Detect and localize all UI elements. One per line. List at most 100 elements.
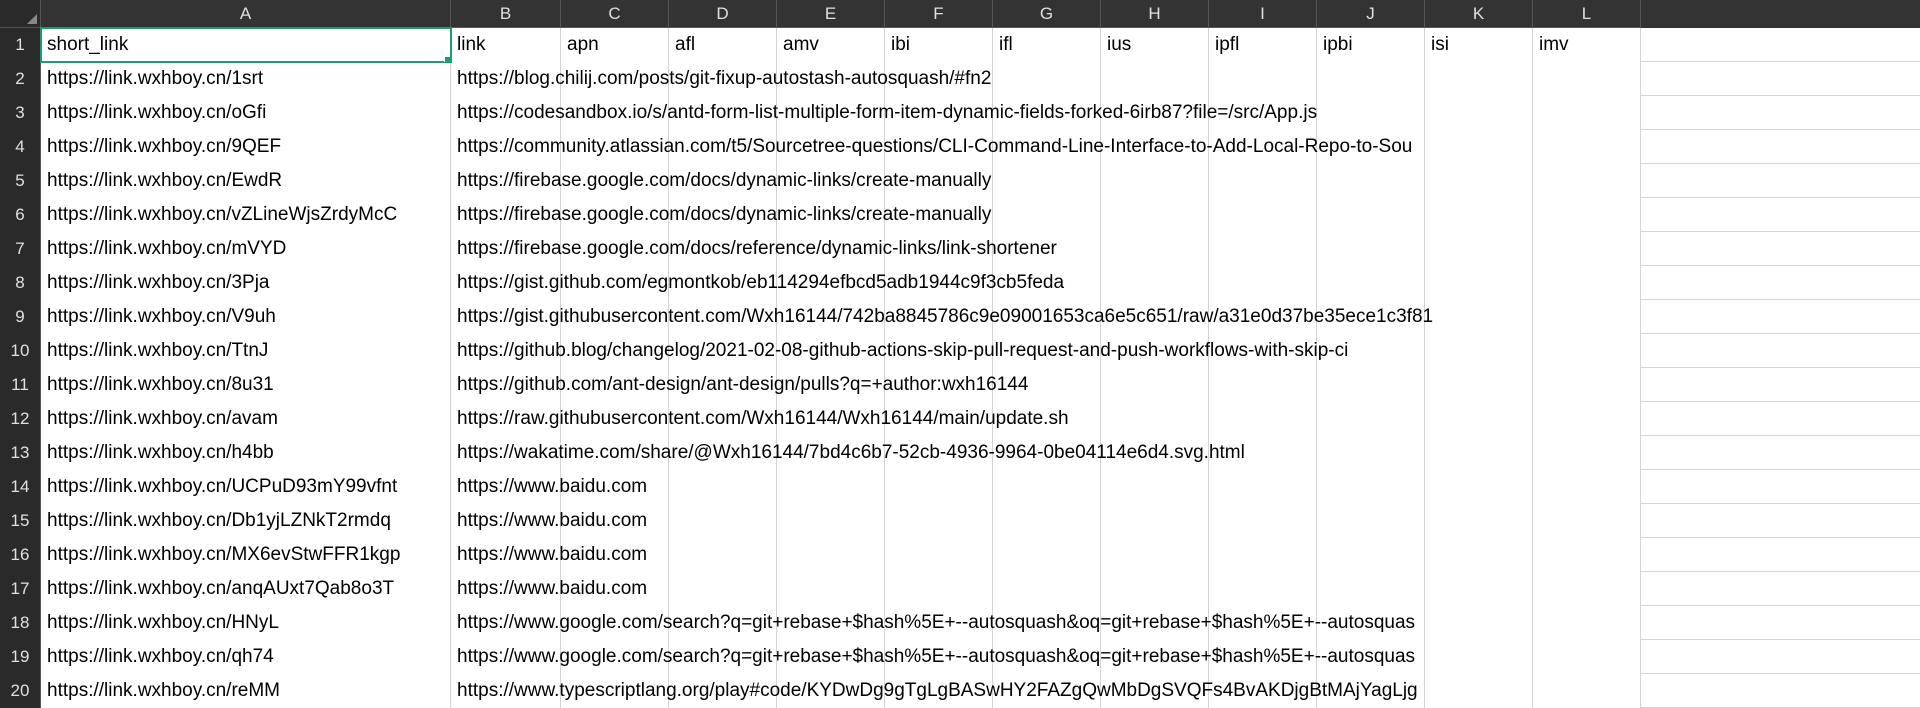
cell-E15[interactable] xyxy=(777,504,885,538)
row-header[interactable]: 11 xyxy=(0,368,41,402)
cell-L16[interactable] xyxy=(1533,538,1641,572)
column-header-G[interactable]: G xyxy=(993,0,1101,28)
cell-I2[interactable] xyxy=(1209,62,1317,96)
cell-G16[interactable] xyxy=(993,538,1101,572)
cell-A10[interactable]: https://link.wxhboy.cn/TtnJ xyxy=(41,334,451,368)
cell-I12[interactable] xyxy=(1209,402,1317,436)
cell-L12[interactable] xyxy=(1533,402,1641,436)
cell-L18[interactable] xyxy=(1533,606,1641,640)
cell-K4[interactable] xyxy=(1425,130,1533,164)
cell-J8[interactable] xyxy=(1317,266,1425,300)
cell-J16[interactable] xyxy=(1317,538,1425,572)
cell-K8[interactable] xyxy=(1425,266,1533,300)
cell-A2[interactable]: https://link.wxhboy.cn/1srt xyxy=(41,62,451,96)
cell-F1[interactable]: ibi xyxy=(885,28,993,62)
cell-K13[interactable] xyxy=(1425,436,1533,470)
row-header[interactable]: 13 xyxy=(0,436,41,470)
cell-K6[interactable] xyxy=(1425,198,1533,232)
cell-L4[interactable] xyxy=(1533,130,1641,164)
cell-G14[interactable] xyxy=(993,470,1101,504)
cell-A5[interactable]: https://link.wxhboy.cn/EwdR xyxy=(41,164,451,198)
cell-I5[interactable] xyxy=(1209,164,1317,198)
cell-D16[interactable] xyxy=(669,538,777,572)
cell-I8[interactable] xyxy=(1209,266,1317,300)
cell-B15[interactable]: https://www.baidu.com xyxy=(451,504,561,538)
cell-K2[interactable] xyxy=(1425,62,1533,96)
cell-H15[interactable] xyxy=(1101,504,1209,538)
cell-B4[interactable]: https://community.atlassian.com/t5/Sourc… xyxy=(451,130,561,164)
cell-J2[interactable] xyxy=(1317,62,1425,96)
row-header[interactable]: 12 xyxy=(0,402,41,436)
cell-H7[interactable] xyxy=(1101,232,1209,266)
row-header[interactable]: 19 xyxy=(0,640,41,674)
cell-J17[interactable] xyxy=(1317,572,1425,606)
cell-K16[interactable] xyxy=(1425,538,1533,572)
cell-K15[interactable] xyxy=(1425,504,1533,538)
cell-F15[interactable] xyxy=(885,504,993,538)
row-header[interactable]: 5 xyxy=(0,164,41,198)
cell-H11[interactable] xyxy=(1101,368,1209,402)
cell-K18[interactable] xyxy=(1425,606,1533,640)
row-header[interactable]: 20 xyxy=(0,674,41,708)
cell-B19[interactable]: https://www.google.com/search?q=git+reba… xyxy=(451,640,561,674)
row-header[interactable]: 7 xyxy=(0,232,41,266)
cell-K3[interactable] xyxy=(1425,96,1533,130)
column-header-A[interactable]: A xyxy=(41,0,451,28)
cell-D1[interactable]: afl xyxy=(669,28,777,62)
cell-J12[interactable] xyxy=(1317,402,1425,436)
cell-K17[interactable] xyxy=(1425,572,1533,606)
cell-A18[interactable]: https://link.wxhboy.cn/HNyL xyxy=(41,606,451,640)
cell-K11[interactable] xyxy=(1425,368,1533,402)
cell-L19[interactable] xyxy=(1533,640,1641,674)
cell-B3[interactable]: https://codesandbox.io/s/antd-form-list-… xyxy=(451,96,561,130)
cell-G2[interactable] xyxy=(993,62,1101,96)
column-header-C[interactable]: C xyxy=(561,0,669,28)
cell-C1[interactable]: apn xyxy=(561,28,669,62)
row-header[interactable]: 15 xyxy=(0,504,41,538)
row-header[interactable]: 9 xyxy=(0,300,41,334)
cell-A8[interactable]: https://link.wxhboy.cn/3Pja xyxy=(41,266,451,300)
cell-H6[interactable] xyxy=(1101,198,1209,232)
row-header[interactable]: 8 xyxy=(0,266,41,300)
cell-H16[interactable] xyxy=(1101,538,1209,572)
cell-A13[interactable]: https://link.wxhboy.cn/h4bb xyxy=(41,436,451,470)
cell-B13[interactable]: https://wakatime.com/share/@Wxh16144/7bd… xyxy=(451,436,561,470)
row-header[interactable]: 3 xyxy=(0,96,41,130)
cell-A15[interactable]: https://link.wxhboy.cn/Db1yjLZNkT2rmdq xyxy=(41,504,451,538)
cell-J15[interactable] xyxy=(1317,504,1425,538)
column-header-B[interactable]: B xyxy=(451,0,561,28)
cell-B11[interactable]: https://github.com/ant-design/ant-design… xyxy=(451,368,561,402)
cell-A3[interactable]: https://link.wxhboy.cn/oGfi xyxy=(41,96,451,130)
cell-B12[interactable]: https://raw.githubusercontent.com/Wxh161… xyxy=(451,402,561,436)
cell-J11[interactable] xyxy=(1317,368,1425,402)
cell-K10[interactable] xyxy=(1425,334,1533,368)
cell-L5[interactable] xyxy=(1533,164,1641,198)
row-header[interactable]: 10 xyxy=(0,334,41,368)
cell-A14[interactable]: https://link.wxhboy.cn/UCPuD93mY99vfnt xyxy=(41,470,451,504)
cell-B7[interactable]: https://firebase.google.com/docs/referen… xyxy=(451,232,561,266)
cell-L8[interactable] xyxy=(1533,266,1641,300)
cell-E16[interactable] xyxy=(777,538,885,572)
cell-B18[interactable]: https://www.google.com/search?q=git+reba… xyxy=(451,606,561,640)
cell-J3[interactable] xyxy=(1317,96,1425,130)
cell-I11[interactable] xyxy=(1209,368,1317,402)
cell-K14[interactable] xyxy=(1425,470,1533,504)
row-header[interactable]: 17 xyxy=(0,572,41,606)
column-header-J[interactable]: J xyxy=(1317,0,1425,28)
cell-B8[interactable]: https://gist.github.com/egmontkob/eb1142… xyxy=(451,266,561,300)
cell-B5[interactable]: https://firebase.google.com/docs/dynamic… xyxy=(451,164,561,198)
cell-L17[interactable] xyxy=(1533,572,1641,606)
cell-I16[interactable] xyxy=(1209,538,1317,572)
cell-J14[interactable] xyxy=(1317,470,1425,504)
cell-K5[interactable] xyxy=(1425,164,1533,198)
cell-D17[interactable] xyxy=(669,572,777,606)
cell-A7[interactable]: https://link.wxhboy.cn/mVYD xyxy=(41,232,451,266)
row-header[interactable]: 16 xyxy=(0,538,41,572)
cell-J7[interactable] xyxy=(1317,232,1425,266)
cell-H14[interactable] xyxy=(1101,470,1209,504)
cell-E1[interactable]: amv xyxy=(777,28,885,62)
column-header-F[interactable]: F xyxy=(885,0,993,28)
cell-A12[interactable]: https://link.wxhboy.cn/avam xyxy=(41,402,451,436)
cell-K7[interactable] xyxy=(1425,232,1533,266)
cell-A17[interactable]: https://link.wxhboy.cn/anqAUxt7Qab8o3T xyxy=(41,572,451,606)
